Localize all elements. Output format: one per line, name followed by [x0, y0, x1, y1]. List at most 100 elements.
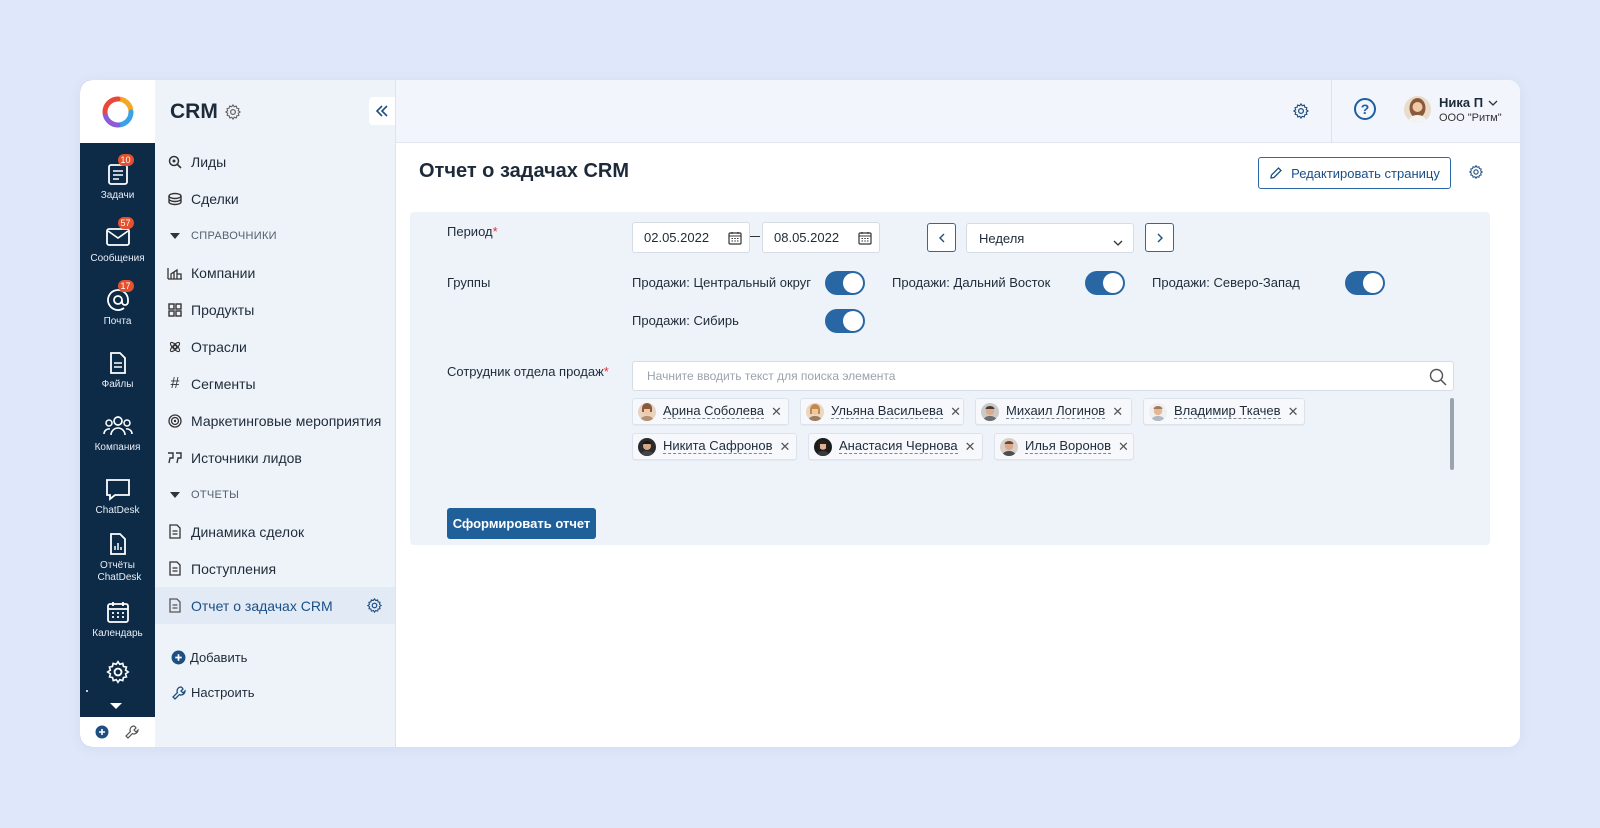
- employee-avatar: [814, 437, 832, 456]
- quote-icon: [168, 451, 182, 463]
- employee-chip[interactable]: Никита Сафронов ✕: [632, 433, 797, 460]
- wrench-icon[interactable]: [124, 724, 140, 740]
- employee-label: Сотрудник отдела продаж*: [447, 364, 609, 379]
- sidebar-item-industries[interactable]: Отрасли: [155, 328, 395, 365]
- group-toggle-far-east[interactable]: [1085, 271, 1125, 295]
- group-toggle-north-west[interactable]: [1345, 271, 1385, 295]
- section-refs[interactable]: СПРАВОЧНИКИ: [155, 217, 395, 254]
- calendar-icon[interactable]: [728, 231, 742, 245]
- group-toggle-siberia[interactable]: [825, 309, 865, 333]
- configure-label: Настроить: [191, 685, 255, 700]
- employee-label-text: Сотрудник отдела продаж: [447, 364, 604, 379]
- sidebar-item-deals[interactable]: Сделки: [155, 180, 395, 217]
- messages-badge: 57: [117, 216, 134, 229]
- remove-chip-icon[interactable]: ✕: [1288, 404, 1299, 420]
- remove-chip-icon[interactable]: ✕: [779, 439, 790, 455]
- employee-chip[interactable]: Арина Соболева ✕: [632, 398, 789, 425]
- remove-chip-icon[interactable]: ✕: [1118, 439, 1129, 455]
- sidebar-item-crm-task-report[interactable]: Отчет о задачах CRM: [155, 587, 395, 624]
- configure-button[interactable]: Настроить: [155, 675, 395, 710]
- double-chevron-left-icon: [375, 105, 388, 117]
- chips-scrollbar[interactable]: [1450, 398, 1454, 470]
- sidebar-item-marketing[interactable]: Маркетинговые мероприятия: [155, 402, 395, 439]
- remove-chip-icon[interactable]: ✕: [771, 404, 782, 420]
- employee-search-input[interactable]: Начните вводить текст для поиска элемент…: [632, 361, 1454, 391]
- sidebar-item-products[interactable]: Продукты: [155, 291, 395, 328]
- group-toggle-central[interactable]: [825, 271, 865, 295]
- sidebar-item-label: Сегменты: [191, 375, 256, 392]
- rail-item-tasks[interactable]: 10 Задачи: [80, 149, 155, 212]
- employee-avatar: [638, 402, 656, 421]
- wrench-icon: [172, 685, 186, 700]
- collapse-sidebar-button[interactable]: [369, 97, 395, 125]
- page-title: Отчет о задачах CRM: [419, 160, 630, 182]
- remove-chip-icon[interactable]: ✕: [965, 439, 976, 455]
- employee-chip[interactable]: Илья Воронов ✕: [994, 433, 1134, 460]
- employee-name: Анастасия Чернова: [839, 438, 958, 454]
- sidebar-title: CRM: [170, 99, 218, 123]
- edit-page-label: Редактировать страницу: [1291, 165, 1440, 181]
- period-label: Период*: [447, 224, 498, 239]
- sidebar-item-segments[interactable]: # Сегменты: [155, 365, 395, 402]
- industries-icon: [169, 341, 181, 352]
- employee-avatar: [806, 402, 824, 421]
- calendar-icon[interactable]: [858, 231, 872, 245]
- rail-more-chevron-icon[interactable]: [110, 703, 122, 709]
- rail-item-reports-chatdesk[interactable]: Отчёты ChatDesk: [80, 527, 155, 587]
- sidebar-item-deal-dynamics[interactable]: Динамика сделок: [155, 513, 395, 550]
- sidebar-item-revenue[interactable]: Поступления: [155, 550, 395, 587]
- rail-label: Файлы: [101, 378, 134, 390]
- employee-chip[interactable]: Анастасия Чернова ✕: [808, 433, 983, 460]
- avatar: [1404, 96, 1431, 123]
- rail-bottom-bar: [80, 717, 155, 747]
- deals-icon: [168, 192, 182, 205]
- user-menu[interactable]: Ника П ООО "Ритм": [1404, 95, 1502, 124]
- toggle-knob: [843, 311, 863, 331]
- remove-chip-icon[interactable]: ✕: [1112, 404, 1123, 420]
- topbar-gear-icon[interactable]: [1292, 102, 1310, 125]
- sidebar-item-companies[interactable]: Компании: [155, 254, 395, 291]
- sidebar-gear-icon[interactable]: [224, 103, 242, 121]
- date-from-input[interactable]: 02.05.2022: [632, 222, 750, 253]
- rail-item-files[interactable]: Файлы: [80, 338, 155, 401]
- rail-item-settings[interactable]: [80, 650, 155, 694]
- toggle-knob: [843, 273, 863, 293]
- sidebar-item-leads[interactable]: Лиды: [155, 143, 395, 180]
- chevron-left-icon: [938, 233, 944, 242]
- add-circle-icon[interactable]: [95, 725, 109, 739]
- employee-chip[interactable]: Ульяна Васильева ✕: [800, 398, 964, 425]
- rail-item-mail[interactable]: 17 Почта: [80, 275, 155, 338]
- generate-report-button[interactable]: Сформировать отчет: [447, 508, 596, 539]
- groups-label: Группы: [447, 275, 491, 290]
- rail-label: Отчёты ChatDesk: [97, 560, 142, 583]
- rail-item-company[interactable]: Компания: [80, 401, 155, 464]
- rail-item-chatdesk[interactable]: ChatDesk: [80, 464, 155, 527]
- chevron-down-icon: [1488, 100, 1498, 106]
- item-settings-gear-icon[interactable]: [366, 597, 383, 617]
- section-title: СПРАВОЧНИКИ: [191, 229, 277, 242]
- report-form-panel: Период* 02.05.2022 08.05.2022 Неделя Гру: [410, 212, 1490, 545]
- section-reports[interactable]: ОТЧЕТЫ: [155, 476, 395, 513]
- caret-down-icon: [170, 232, 180, 239]
- rail-label: Календарь: [92, 627, 143, 639]
- sidebar-item-lead-sources[interactable]: Источники лидов: [155, 439, 395, 476]
- page-settings-gear-icon[interactable]: [1468, 164, 1484, 185]
- sidebar-item-label: Отрасли: [191, 338, 247, 355]
- employee-chip[interactable]: Михаил Логинов ✕: [975, 398, 1132, 425]
- add-circle-icon: [171, 650, 186, 665]
- edit-page-button[interactable]: Редактировать страницу: [1258, 157, 1451, 189]
- prev-period-button[interactable]: [927, 223, 956, 252]
- rail-item-calendar[interactable]: Календарь: [80, 587, 155, 650]
- remove-chip-icon[interactable]: ✕: [950, 404, 961, 420]
- date-to-input[interactable]: 08.05.2022: [762, 222, 880, 253]
- period-select[interactable]: Неделя: [966, 223, 1134, 253]
- help-icon[interactable]: ?: [1354, 98, 1376, 120]
- rail-item-messages[interactable]: 57 Сообщения: [80, 212, 155, 275]
- app-logo[interactable]: [80, 80, 155, 143]
- add-button[interactable]: Добавить: [155, 640, 395, 675]
- next-period-button[interactable]: [1145, 223, 1174, 252]
- employee-name: Никита Сафронов: [663, 438, 773, 454]
- search-icon[interactable]: [1429, 368, 1447, 386]
- required-mark: *: [492, 224, 498, 239]
- employee-chip[interactable]: Владимир Ткачев ✕: [1143, 398, 1305, 425]
